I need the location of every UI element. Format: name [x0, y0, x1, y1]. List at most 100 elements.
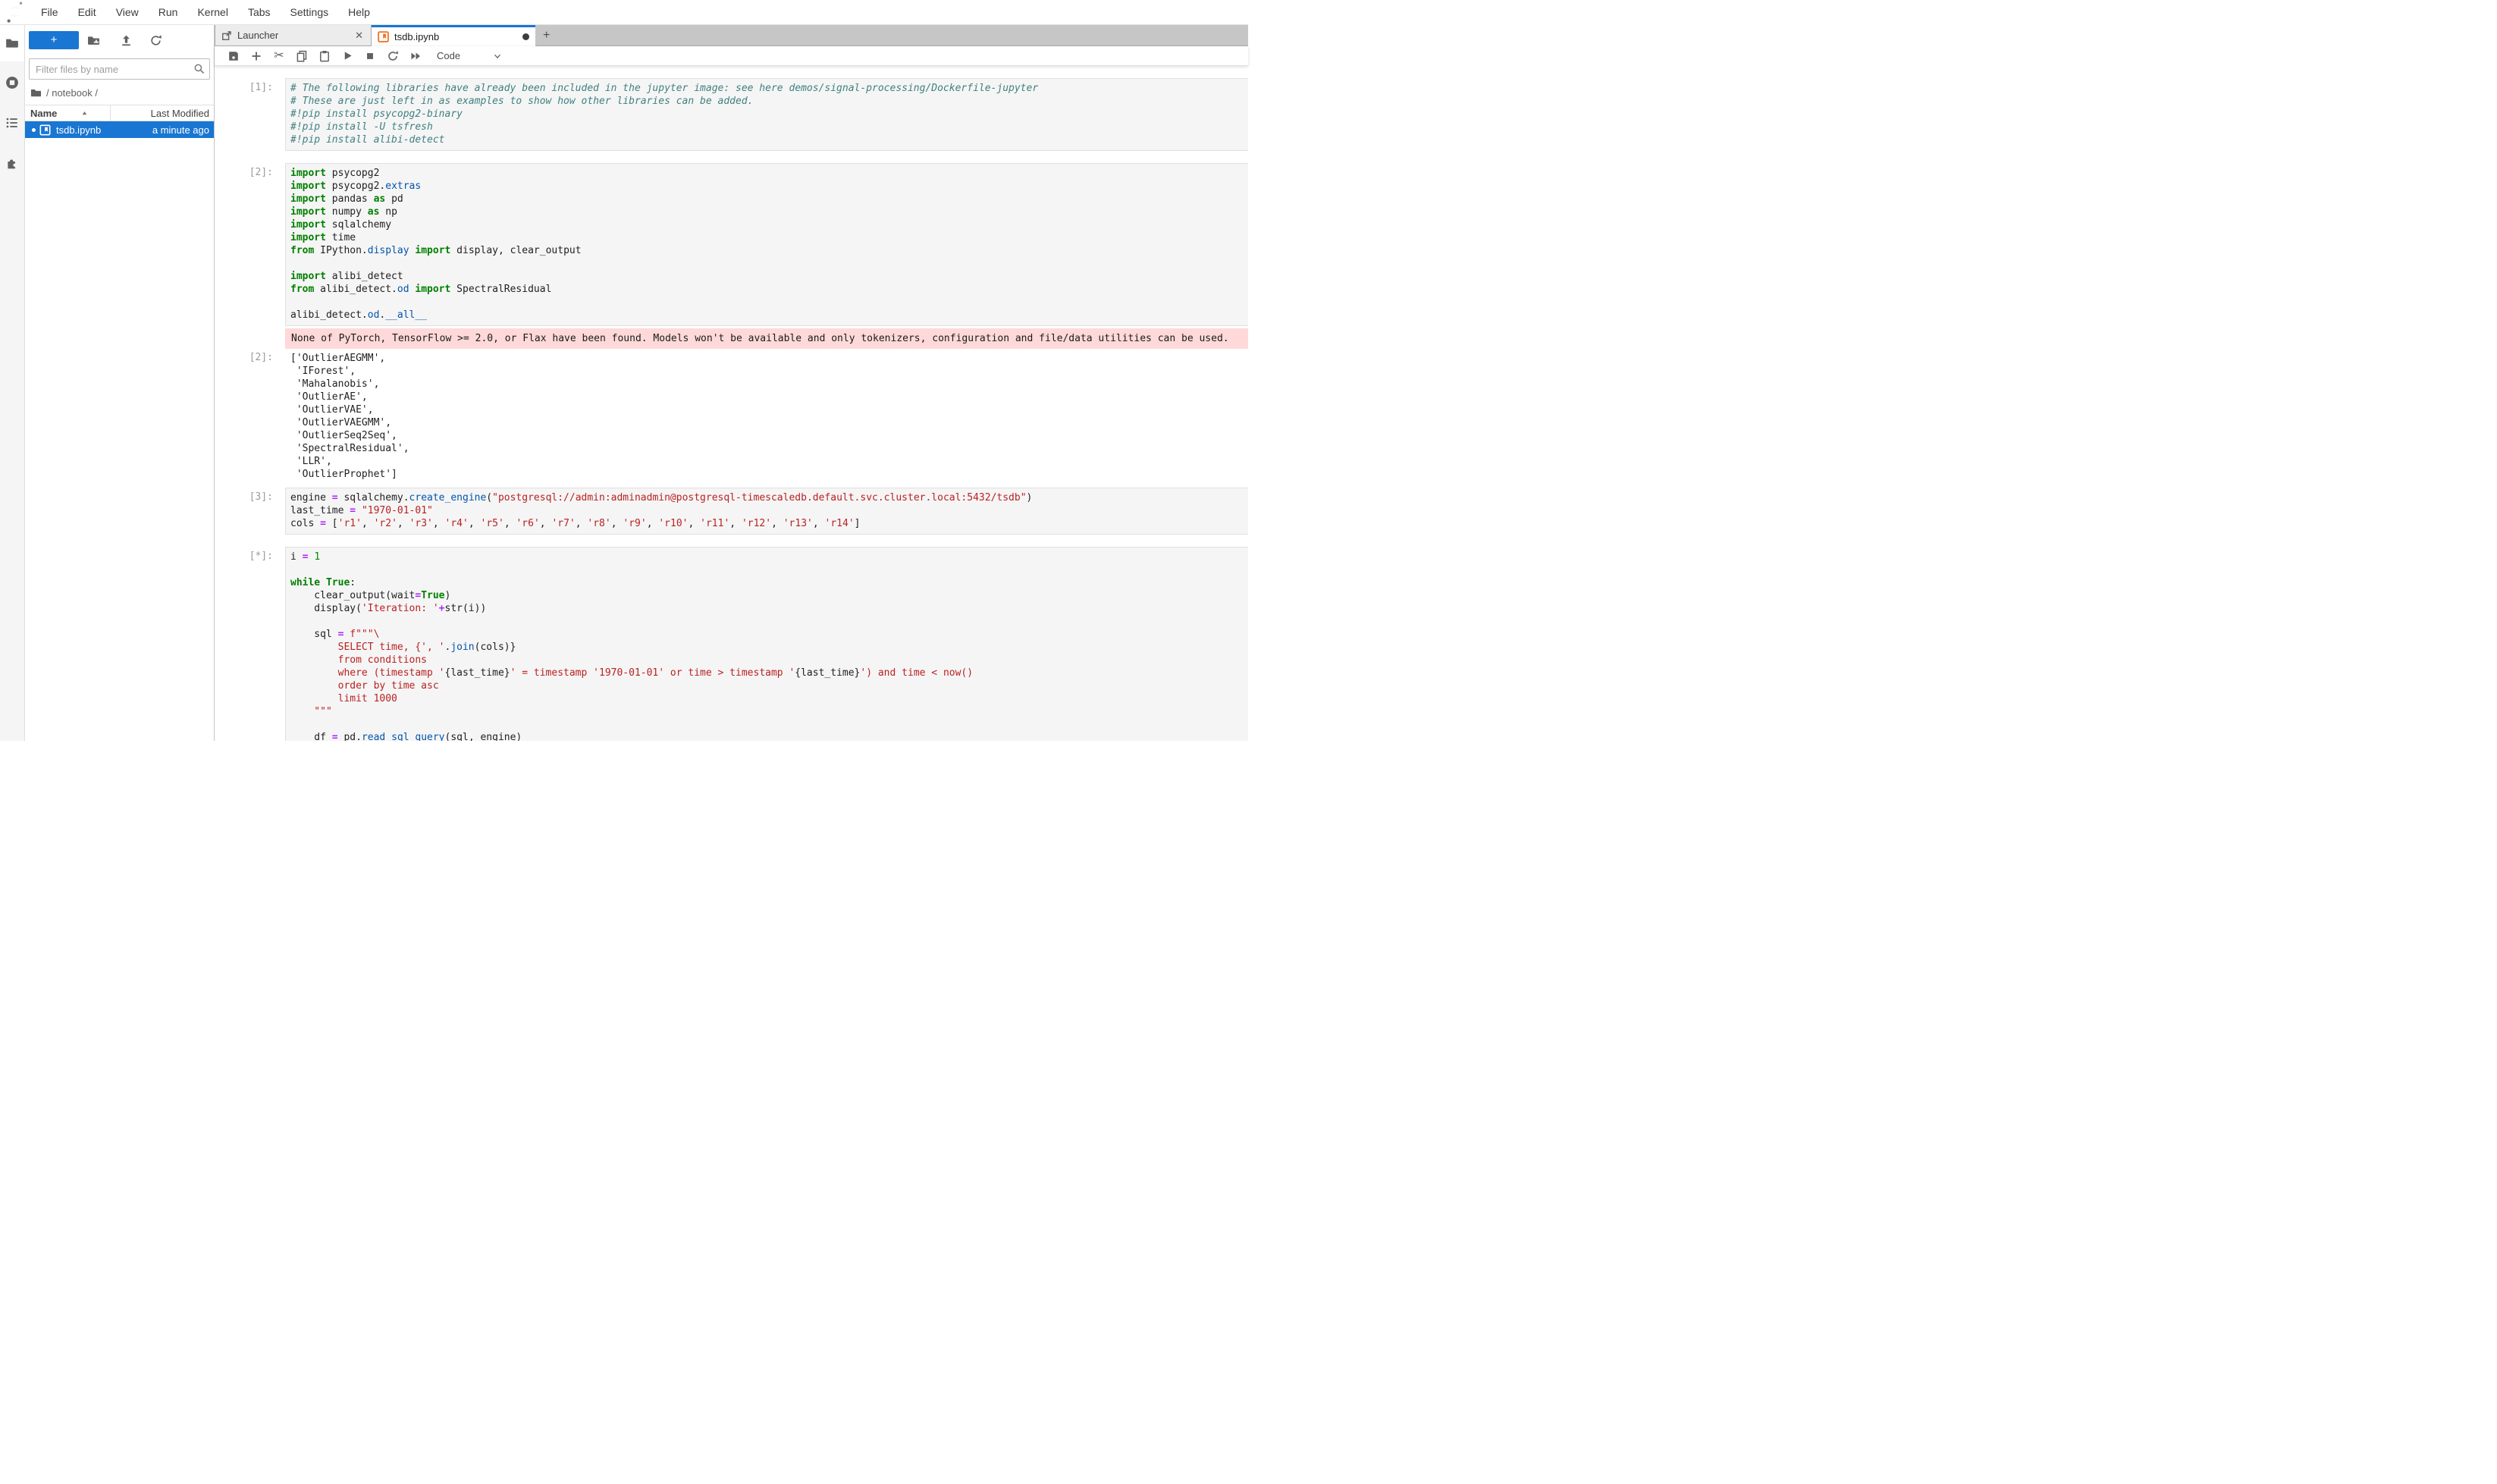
- insert-cell-button[interactable]: [245, 47, 268, 65]
- home-folder-icon[interactable]: [30, 87, 42, 99]
- cut-cells-button[interactable]: ✂: [268, 47, 290, 65]
- stderr-warning: None of PyTorch, TensorFlow >= 2.0, or F…: [285, 328, 1248, 349]
- restart-kernel-button[interactable]: [381, 47, 404, 65]
- code-line: import psycopg2: [290, 167, 1248, 180]
- output-line: 'OutlierVAEGMM',: [290, 416, 1248, 429]
- sidebar-tab-running-sessions[interactable]: [0, 64, 24, 101]
- sidebar-tab-file-browser[interactable]: [0, 25, 24, 61]
- refresh-button[interactable]: [149, 34, 162, 47]
- cell-editor[interactable]: # The following libraries have already b…: [285, 78, 1248, 151]
- output-line: 'OutlierAE',: [290, 391, 1248, 403]
- code-line: import time: [290, 231, 1248, 244]
- stderr-cell: None of PyTorch, TensorFlow >= 2.0, or F…: [215, 328, 1248, 349]
- file-list-header: Name Last Modified: [25, 105, 214, 121]
- code-line: [290, 615, 1248, 628]
- code-line: [290, 563, 1248, 576]
- code-line: clear_output(wait=True): [290, 589, 1248, 602]
- menu-run[interactable]: Run: [149, 6, 188, 18]
- restart-and-run-all-button[interactable]: [404, 47, 427, 65]
- menu-file[interactable]: File: [31, 6, 68, 18]
- code-line: """: [290, 705, 1248, 718]
- code-line: [290, 257, 1248, 270]
- list-icon: [5, 116, 19, 130]
- tab-launcher-label: Launcher: [237, 30, 353, 41]
- cell-prompt: [215, 328, 285, 332]
- sidebar-tab-extensions[interactable]: [0, 145, 24, 181]
- code-cell: [*]:i = 1 while True: clear_output(wait=…: [215, 547, 1248, 741]
- notebook-file-icon: [39, 124, 51, 136]
- code-line: # The following libraries have already b…: [290, 82, 1248, 95]
- code-line: order by time asc: [290, 679, 1248, 692]
- code-line: while True:: [290, 576, 1248, 589]
- menu-view[interactable]: View: [106, 6, 149, 18]
- filter-files-wrap: [29, 58, 210, 80]
- code-line: df = pd.read_sql_query(sql, engine): [290, 731, 1248, 741]
- unsaved-changes-icon[interactable]: [522, 33, 529, 40]
- jupyter-logo-icon: [5, 1, 25, 24]
- new-tab-button[interactable]: +: [535, 25, 557, 45]
- file-last-modified: a minute ago: [152, 124, 209, 136]
- file-browser-toolbar: +: [25, 25, 214, 50]
- code-line: import pandas as pd: [290, 193, 1248, 206]
- code-line: import sqlalchemy: [290, 218, 1248, 231]
- tab-notebook-label: tsdb.ipynb: [394, 31, 522, 42]
- tab-notebook-tsdb[interactable]: tsdb.ipynb: [372, 25, 535, 46]
- folder-icon: [5, 36, 19, 50]
- menu-help[interactable]: Help: [338, 6, 380, 18]
- upload-button[interactable]: [120, 34, 133, 47]
- output-line: 'OutlierProphet']: [290, 468, 1248, 481]
- cell-type-select[interactable]: Code: [437, 50, 460, 61]
- filter-files-input[interactable]: [29, 58, 210, 80]
- menu-tabs[interactable]: Tabs: [238, 6, 281, 18]
- menu-settings[interactable]: Settings: [281, 6, 339, 18]
- cell-editor[interactable]: i = 1 while True: clear_output(wait=True…: [285, 547, 1248, 741]
- launcher-icon: [221, 30, 232, 41]
- running-sessions-icon: [5, 76, 19, 89]
- search-icon: [193, 63, 205, 75]
- code-line: # These are just left in as examples to …: [290, 95, 1248, 108]
- puzzle-icon: [5, 156, 19, 170]
- save-button[interactable]: [222, 47, 245, 65]
- code-line: limit 1000: [290, 692, 1248, 705]
- column-header-name[interactable]: Name: [25, 108, 57, 119]
- main-dock-panel: Launcher ✕ tsdb.ipynb + ✂: [215, 25, 1248, 741]
- cell-editor[interactable]: engine = sqlalchemy.create_engine("postg…: [285, 488, 1248, 535]
- code-line: from conditions: [290, 654, 1248, 667]
- sidebar-tab-table-of-contents[interactable]: [0, 105, 24, 141]
- code-line: [290, 296, 1248, 309]
- menu-kernel[interactable]: Kernel: [187, 6, 237, 18]
- output-line: 'Mahalanobis',: [290, 378, 1248, 391]
- notebook-scroll-area[interactable]: [1]:# The following libraries have alrea…: [215, 66, 1248, 741]
- column-header-last-modified[interactable]: Last Modified: [151, 108, 209, 119]
- code-line: alibi_detect.od.__all__: [290, 309, 1248, 322]
- tab-launcher[interactable]: Launcher ✕: [215, 25, 372, 45]
- code-line: from alibi_detect.od import SpectralResi…: [290, 283, 1248, 296]
- file-list-item-tsdb[interactable]: tsdb.ipynb a minute ago: [25, 121, 214, 138]
- code-line: i = 1: [290, 551, 1248, 563]
- cell-prompt: [3]:: [215, 488, 285, 503]
- cell-editor[interactable]: import psycopg2import psycopg2.extrasimp…: [285, 163, 1248, 326]
- sort-ascending-icon[interactable]: [81, 110, 88, 117]
- code-cell: [1]:# The following libraries have alrea…: [215, 78, 1248, 151]
- copy-cells-button[interactable]: [290, 47, 313, 65]
- code-cell: [3]:engine = sqlalchemy.create_engine("p…: [215, 488, 1248, 535]
- notebook-toolbar: ✂ Code: [215, 46, 1248, 66]
- menu-edit[interactable]: Edit: [68, 6, 106, 18]
- code-line: import numpy as np: [290, 206, 1248, 218]
- chevron-down-icon[interactable]: [492, 51, 503, 61]
- column-divider: [110, 105, 111, 121]
- code-line: from IPython.display import display, cle…: [290, 244, 1248, 257]
- code-line: #!pip install -U tsfresh: [290, 121, 1248, 133]
- new-launcher-button[interactable]: +: [29, 31, 79, 49]
- new-folder-button[interactable]: [87, 34, 100, 47]
- interrupt-kernel-button[interactable]: [359, 47, 381, 65]
- breadcrumb[interactable]: / notebook /: [30, 85, 214, 100]
- tab-bar: Launcher ✕ tsdb.ipynb +: [215, 25, 1248, 46]
- close-tab-icon[interactable]: ✕: [353, 30, 365, 42]
- paste-cells-button[interactable]: [313, 47, 336, 65]
- menu-bar: File Edit View Run Kernel Tabs Settings …: [0, 0, 1248, 25]
- run-button[interactable]: [336, 47, 359, 65]
- cell-prompt: [2]:: [215, 163, 285, 178]
- code-line: [290, 718, 1248, 731]
- cell-prompt: [*]:: [215, 547, 285, 562]
